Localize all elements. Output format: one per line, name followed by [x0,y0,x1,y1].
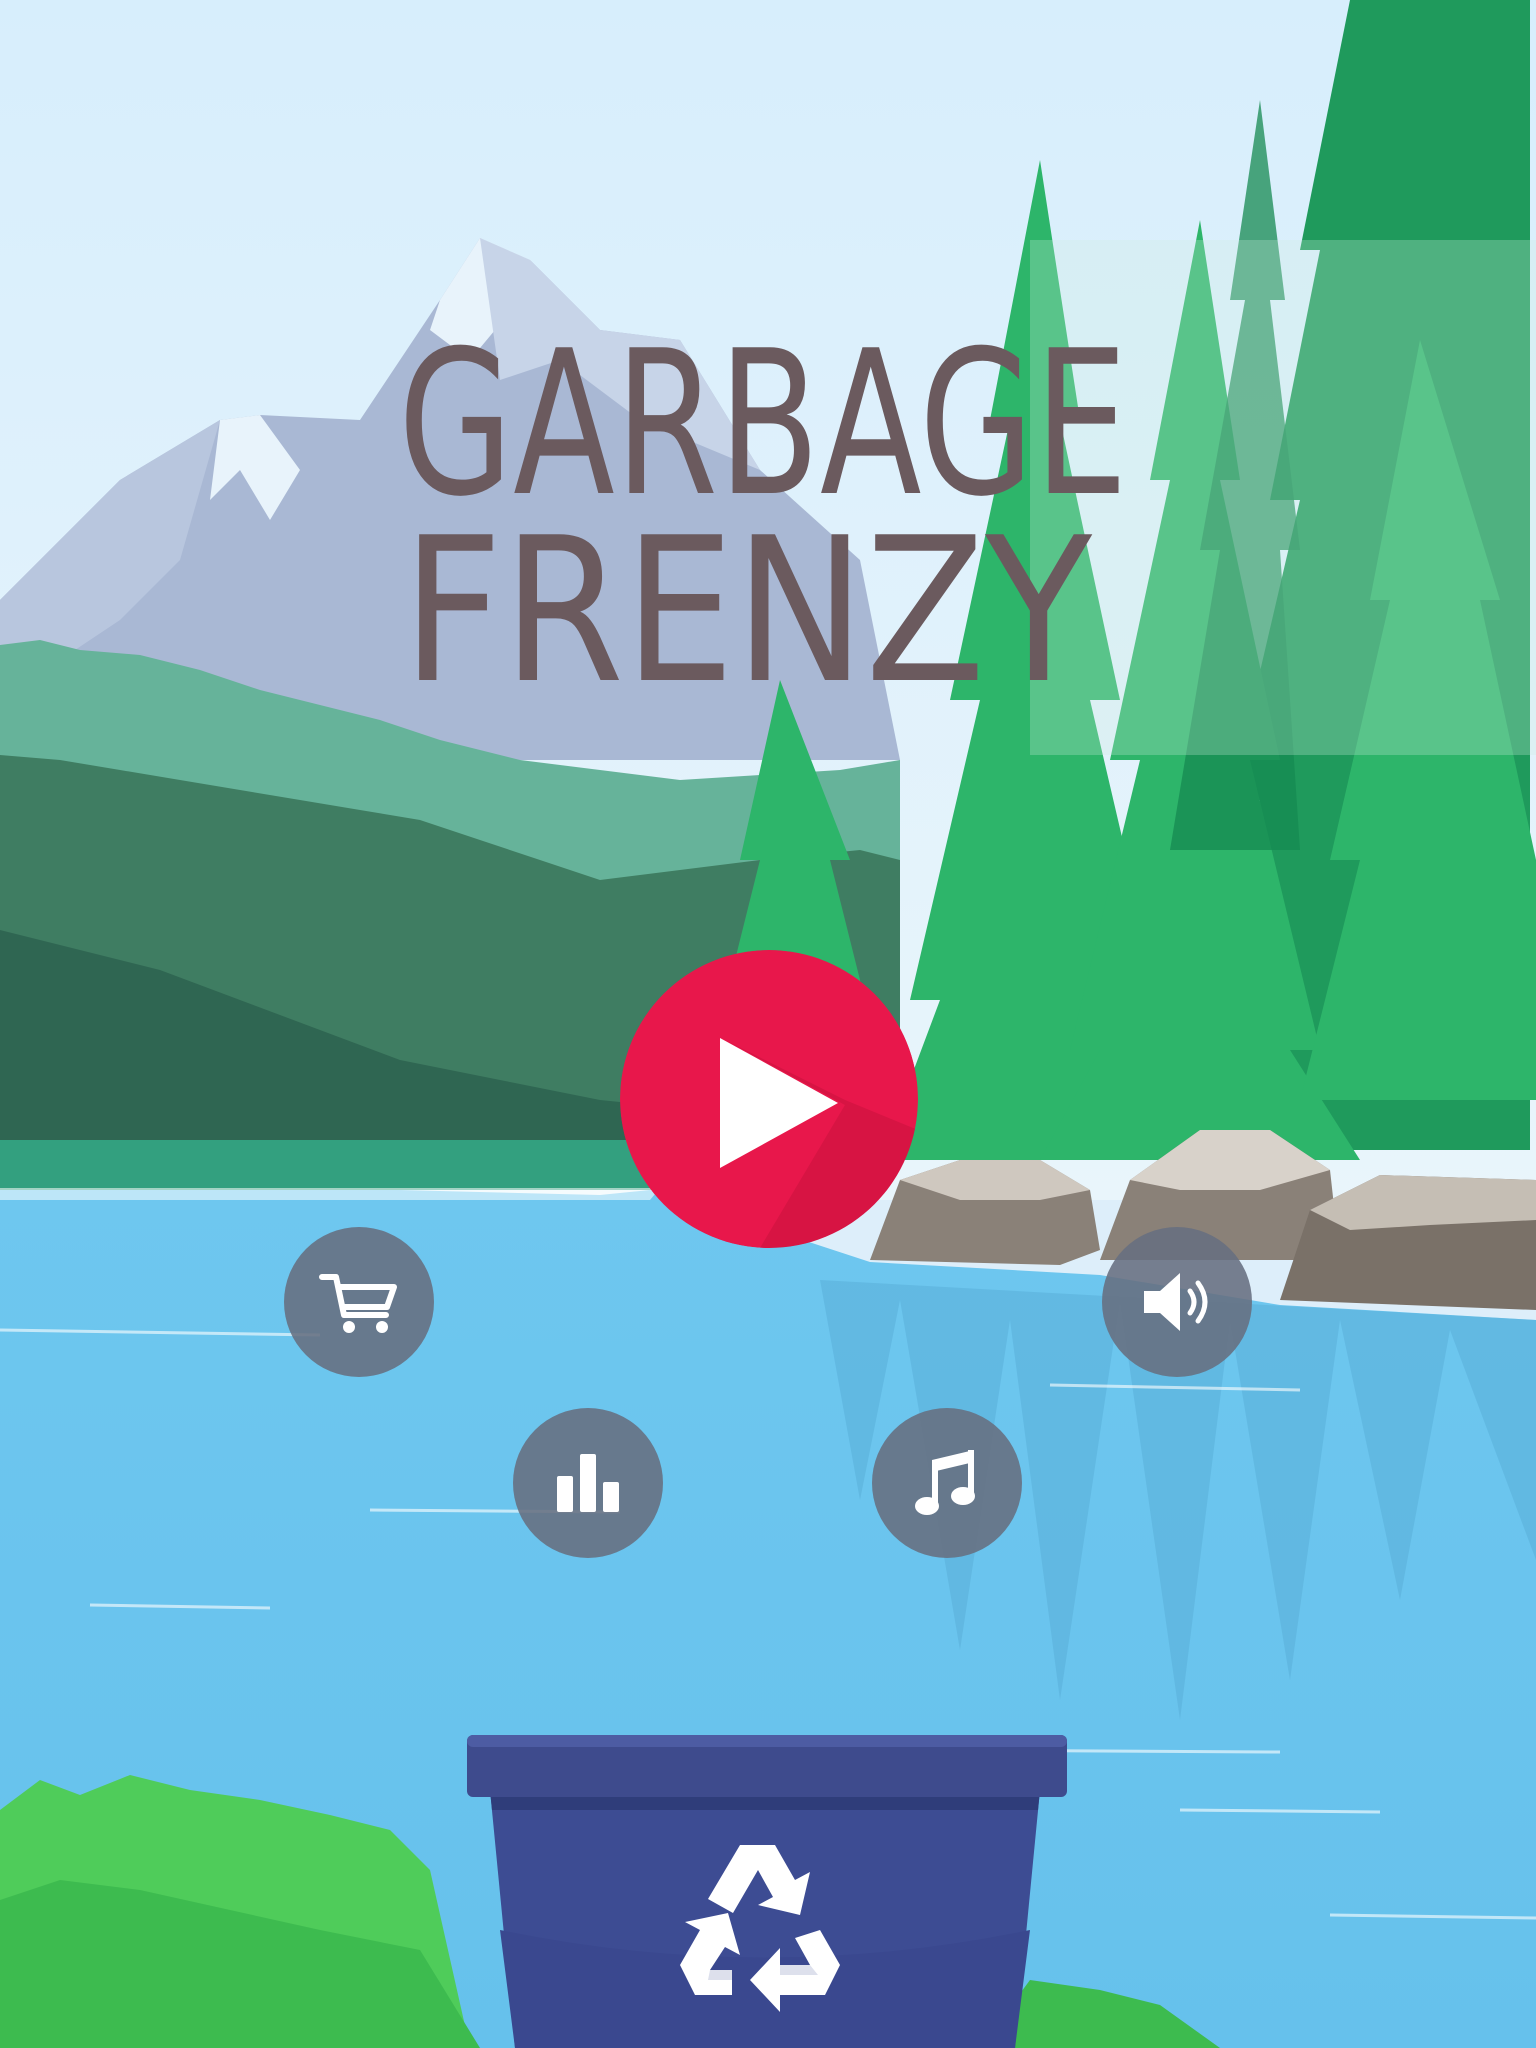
music-note-icon [915,1450,975,1515]
game-title: GARBAGE FRENZY [398,318,1158,688]
leaderboard-button[interactable] [513,1408,663,1558]
title-line-2: FRENZY [402,495,1093,688]
bar-chart-icon [557,1454,619,1512]
speaker-icon [1144,1273,1208,1331]
recycle-icon [680,1845,840,2012]
sound-button[interactable] [1102,1227,1252,1377]
play-button[interactable] [620,950,918,1248]
shopping-cart-icon [319,1274,397,1333]
play-icon [620,950,918,1248]
shop-button[interactable] [284,1227,434,1377]
game-menu-screen: GARBAGE FRENZY [0,0,1536,2048]
music-button[interactable] [872,1408,1022,1558]
